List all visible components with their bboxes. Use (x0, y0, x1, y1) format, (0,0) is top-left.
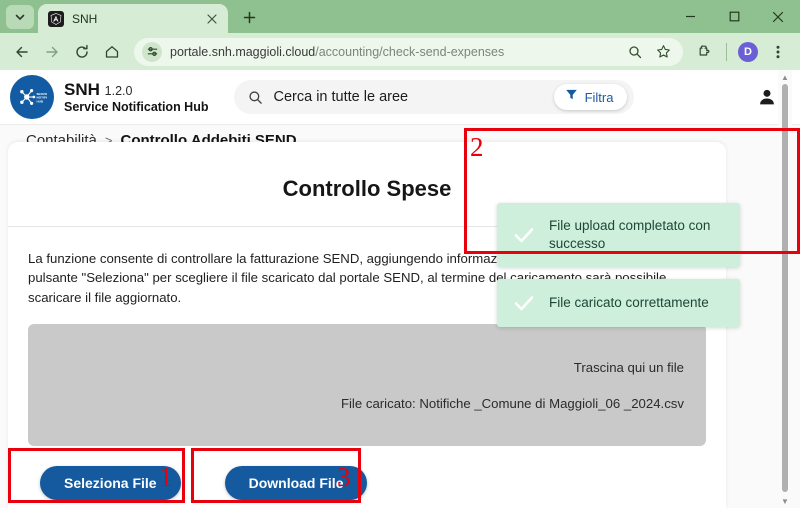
page-viewport: SERVICE NOTIFICATION HUB SNH 1.2.0 Servi… (0, 70, 800, 508)
toast-stack: File upload completato con successo File… (497, 203, 740, 327)
filter-funnel-icon (565, 88, 578, 106)
toast-notification[interactable]: File caricato correttamente (497, 278, 740, 327)
profile-avatar[interactable]: D (734, 38, 762, 66)
angular-shield-icon (48, 10, 64, 27)
browser-tab[interactable]: SNH (38, 4, 228, 33)
brand-version: 1.2.0 (104, 84, 133, 99)
global-search-bar[interactable]: Filtra (234, 80, 635, 114)
scrollbar-thumb[interactable] (782, 84, 788, 492)
scroll-down-arrow-icon[interactable]: ▼ (778, 494, 792, 508)
profile-initial: D (738, 41, 758, 62)
toast-message: File caricato correttamente (549, 294, 709, 310)
browser-toolbar: portale.snh.maggioli.cloud/accounting/ch… (0, 33, 800, 70)
arrow-right-icon (38, 38, 66, 66)
url-text: portale.snh.maggioli.cloud/accounting/ch… (170, 45, 617, 59)
dropzone-hint: Trascina qui un file (573, 359, 684, 375)
brand-name-line: SNH 1.2.0 (64, 80, 208, 99)
app-brand: SERVICE NOTIFICATION HUB SNH 1.2.0 Servi… (10, 75, 208, 119)
search-input[interactable] (273, 89, 544, 105)
star-icon[interactable] (653, 42, 673, 62)
tab-search-icon[interactable] (6, 5, 34, 29)
network-hub-logo-icon: SERVICE NOTIFICATION HUB (10, 75, 54, 119)
filter-label: Filtra (584, 89, 614, 105)
address-bar[interactable]: portale.snh.maggioli.cloud/accounting/ch… (134, 37, 683, 66)
browser-window: SNH portale.snh.maggioli.cloud/accountin… (0, 0, 800, 508)
toolbar-divider (726, 42, 727, 61)
tab-strip: SNH (0, 0, 800, 33)
home-icon[interactable] (98, 38, 126, 66)
url-host: portale.snh.maggioli.cloud (170, 44, 316, 59)
puzzle-extension-icon[interactable] (691, 38, 719, 66)
uploaded-file-label: File caricato: Notifiche _Comune di Magg… (340, 395, 684, 411)
brand-text: SNH 1.2.0 Service Notification Hub (64, 80, 208, 113)
minimize-icon[interactable] (668, 0, 712, 33)
brand-name: SNH (64, 80, 100, 100)
svg-text:HUB: HUB (37, 99, 44, 103)
tab-title: SNH (72, 11, 98, 26)
new-tab-button[interactable] (236, 4, 262, 30)
filter-button[interactable]: Filtra (553, 84, 628, 110)
check-icon (513, 293, 535, 313)
app-header: SERVICE NOTIFICATION HUB SNH 1.2.0 Servi… (0, 70, 800, 125)
scroll-up-arrow-icon[interactable]: ▲ (778, 70, 792, 84)
search-icon (248, 90, 263, 105)
toast-message: File upload completato con successo (549, 218, 711, 251)
three-dot-menu-icon[interactable] (764, 38, 792, 66)
annotation-number-2: 2 (470, 132, 484, 162)
file-dropzone[interactable]: Trascina qui un file File caricato: Noti… (28, 324, 706, 447)
reload-icon[interactable] (68, 38, 96, 66)
url-path: /accounting/check-send-expenses (315, 44, 505, 59)
zoom-search-icon[interactable] (625, 42, 645, 62)
maximize-icon[interactable] (712, 0, 756, 33)
arrow-left-icon[interactable] (8, 38, 36, 66)
close-icon[interactable] (204, 11, 220, 27)
window-controls (668, 0, 800, 33)
check-icon (513, 225, 535, 245)
tune-settings-icon[interactable] (142, 41, 162, 62)
page-scrollbar[interactable]: ▲ ▼ (778, 70, 792, 508)
annotation-number-3: 3 (337, 462, 351, 492)
toast-notification[interactable]: File upload completato con successo (497, 203, 740, 267)
action-buttons: Seleziona File Download File (22, 446, 712, 501)
brand-subtitle: Service Notification Hub (64, 99, 209, 114)
close-icon[interactable] (756, 0, 800, 33)
annotation-number-1: 1 (159, 462, 173, 492)
